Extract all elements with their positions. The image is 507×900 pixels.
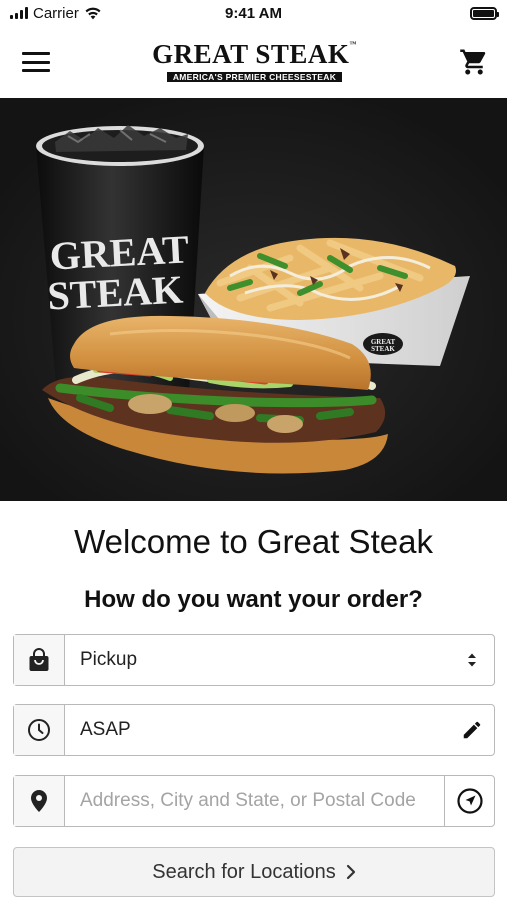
order-type-select[interactable]: Pickup	[13, 634, 495, 686]
status-left: Carrier	[10, 5, 102, 22]
search-locations-button[interactable]: Search for Locations	[13, 847, 495, 897]
brand-logo: GREAT STEAK™ AMERICA'S PREMIER CHEESESTE…	[152, 38, 357, 84]
cup-brand-line2: STEAK	[46, 267, 184, 319]
chevron-right-icon	[346, 864, 355, 880]
status-bar: Carrier 9:41 AM	[0, 0, 507, 26]
location-search-field	[13, 775, 495, 827]
welcome-title: Welcome to Great Steak	[74, 523, 433, 560]
order-time-value: ASAP	[80, 719, 131, 740]
clock-icon	[28, 719, 50, 741]
tray-brand-line2: STEAK	[371, 345, 395, 353]
order-type-value: Pickup	[80, 649, 138, 670]
sort-arrows-icon[interactable]	[450, 635, 494, 685]
menu-icon[interactable]	[22, 50, 50, 74]
battery-icon	[470, 6, 499, 20]
location-icon-cell	[14, 776, 65, 826]
location-pin-icon	[31, 790, 47, 812]
logo-wordmark: GREAT STEAK	[152, 38, 350, 69]
pencil-icon[interactable]	[450, 705, 494, 755]
order-type-icon-cell	[14, 635, 65, 685]
carrier-label: Carrier	[33, 4, 79, 22]
order-time-field[interactable]: ASAP	[13, 704, 495, 756]
shopping-bag-icon	[29, 648, 49, 671]
hero-image: GREAT STEAK GREAT STEAK	[0, 98, 507, 501]
locate-me-icon[interactable]	[444, 776, 494, 826]
battery-fill	[473, 9, 494, 17]
order-setup-panel: Welcome to Great Steak How do you want y…	[0, 501, 507, 900]
order-question: How do you want your order?	[84, 586, 423, 613]
app-header: GREAT STEAK™ AMERICA'S PREMIER CHEESESTE…	[0, 26, 507, 98]
signal-icon	[10, 7, 28, 19]
logo-trademark: ™	[349, 39, 357, 48]
wifi-icon	[85, 7, 101, 20]
food-illustration: GREAT STEAK GREAT STEAK	[0, 98, 507, 501]
address-input[interactable]	[80, 790, 429, 812]
cart-icon[interactable]	[459, 47, 489, 77]
search-locations-label: Search for Locations	[152, 860, 336, 883]
order-time-icon-cell	[14, 705, 65, 755]
logo-tagline: AMERICA'S PREMIER CHEESESTEAK	[166, 71, 343, 82]
